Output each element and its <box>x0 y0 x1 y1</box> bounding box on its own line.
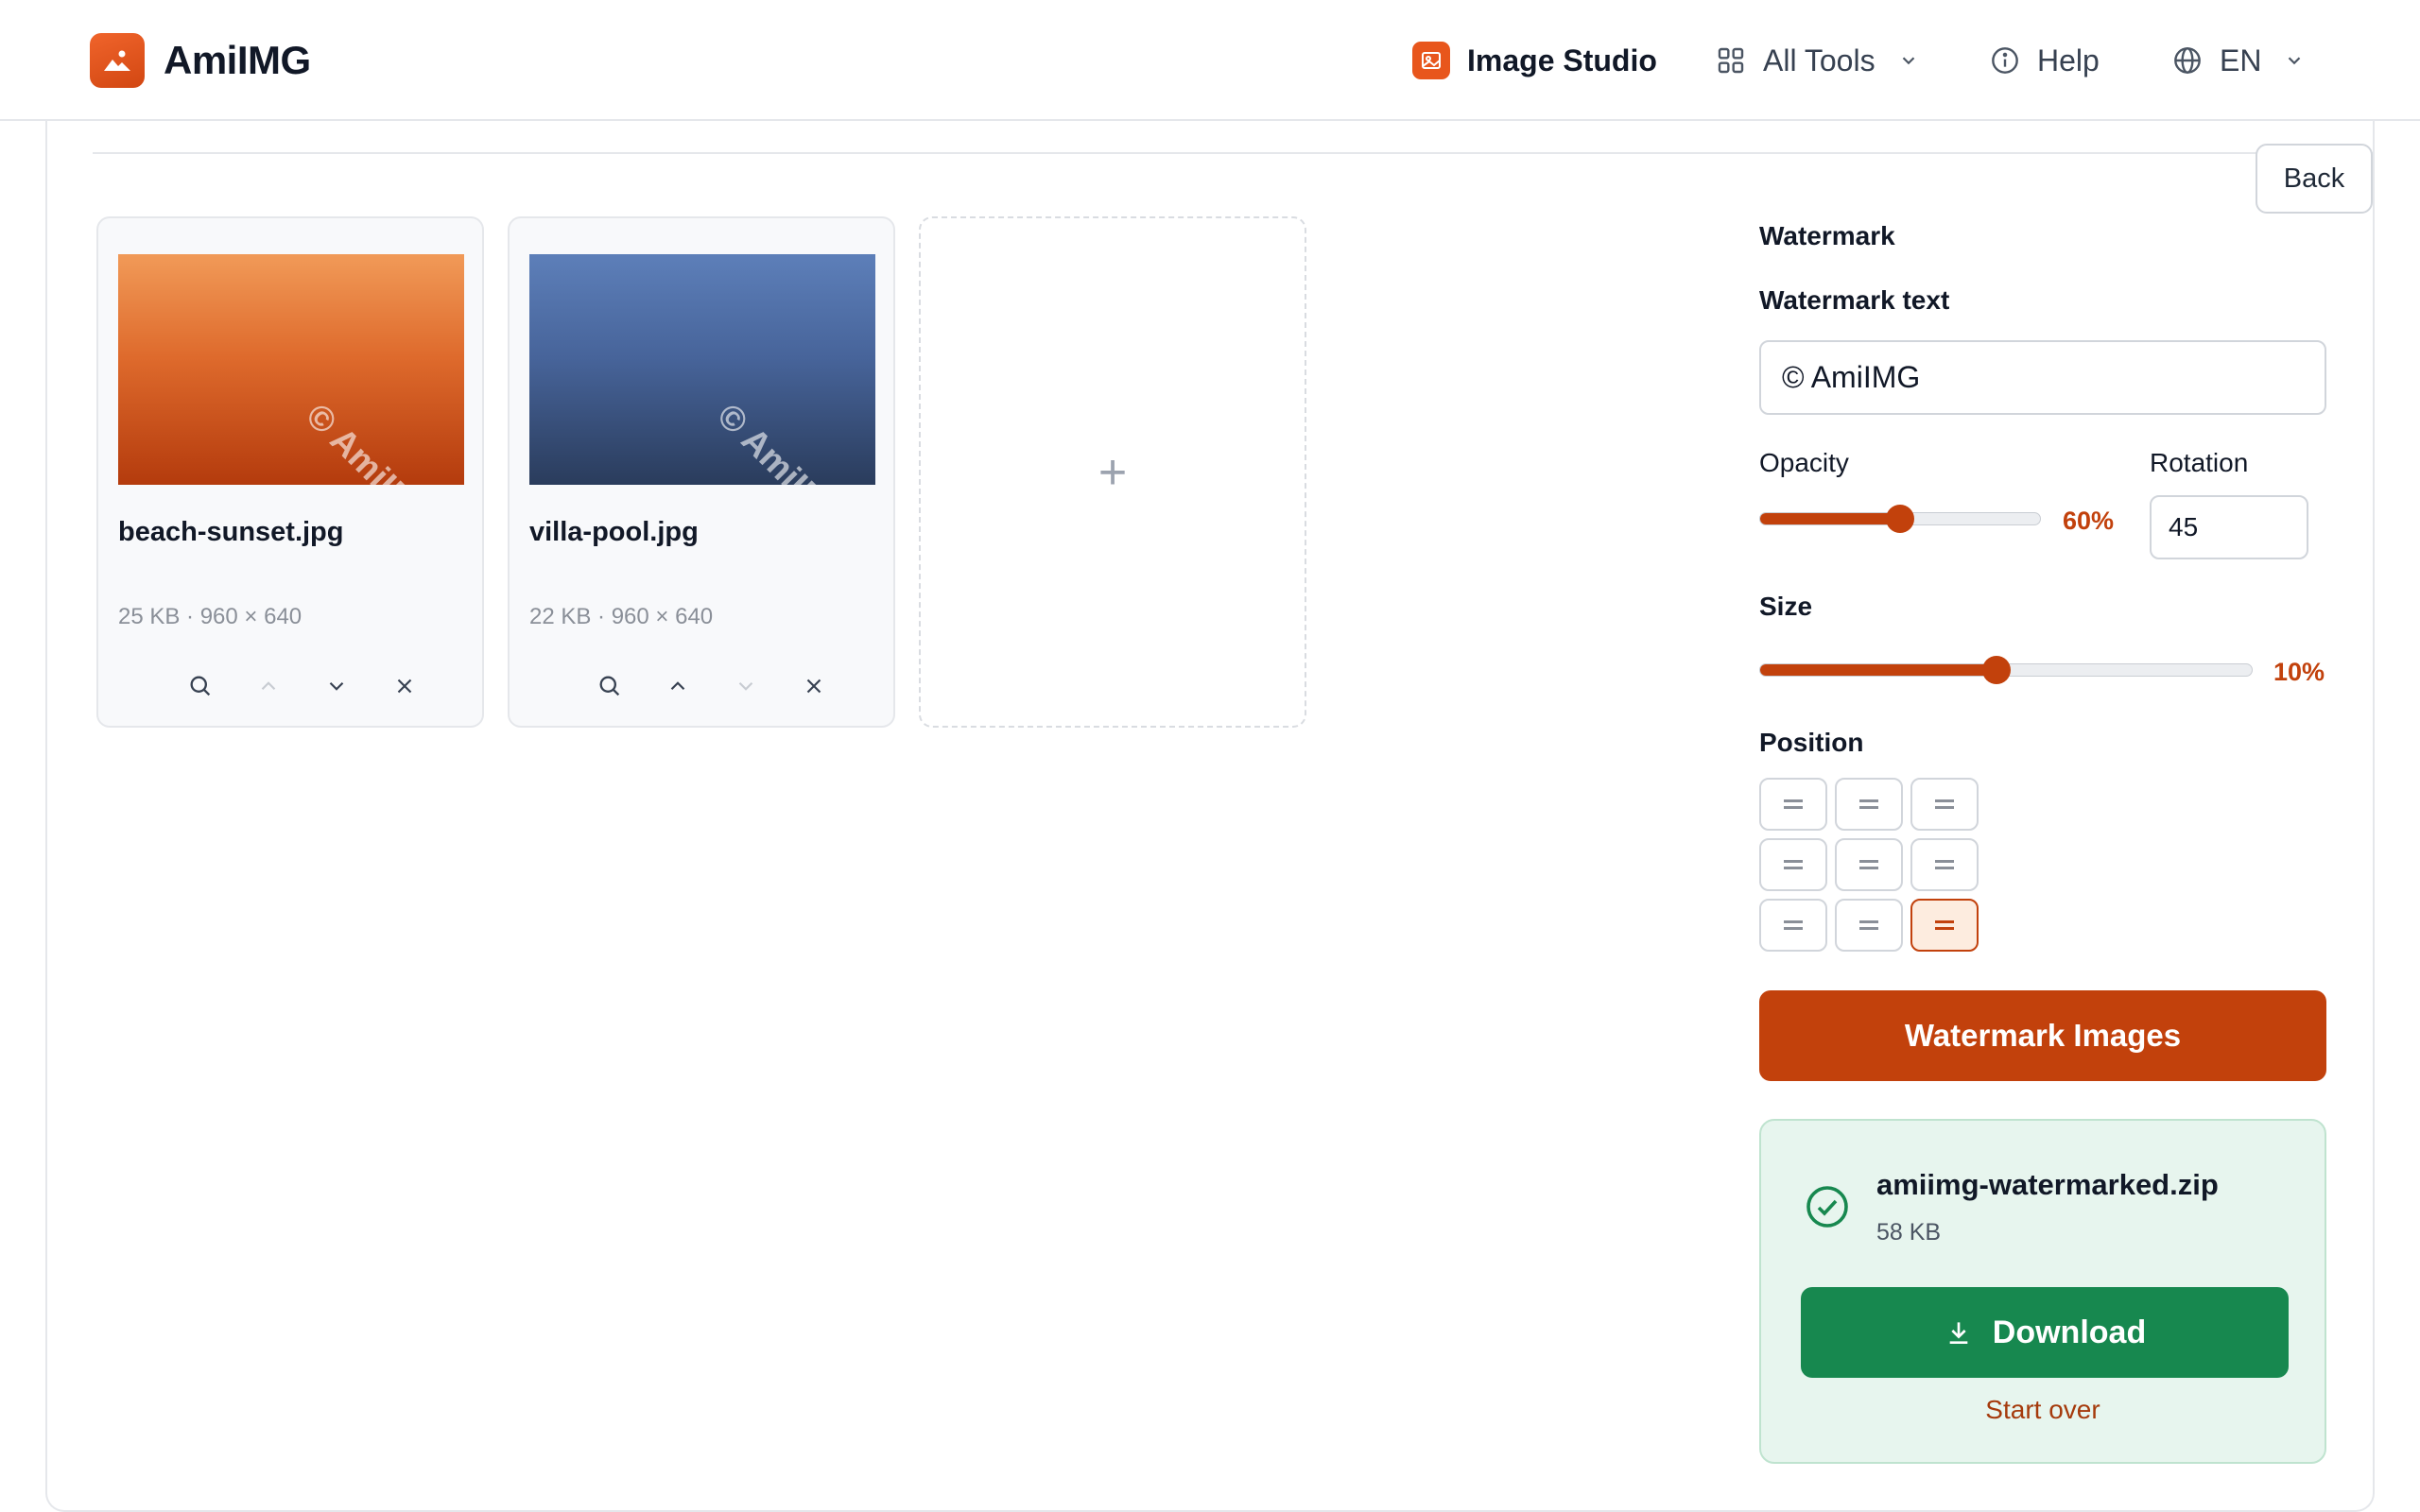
move-up-button[interactable] <box>234 662 302 710</box>
nav-studio-label: Image Studio <box>1467 43 1657 77</box>
plus-icon: + <box>1098 444 1128 500</box>
chevron-down-icon <box>2289 57 2301 65</box>
file-actions <box>576 662 848 710</box>
brand-logo-icon <box>90 33 145 88</box>
rotation-input[interactable]: 45 <box>2150 495 2308 559</box>
position-bottom-left[interactable] <box>1759 899 1827 952</box>
section-title: Watermark <box>1759 221 1895 250</box>
preview-button[interactable] <box>166 662 234 710</box>
rotation-label: Rotation <box>2150 448 2249 477</box>
nav-help-label: Help <box>2037 43 2100 77</box>
position-top-center[interactable] <box>1835 778 1903 831</box>
opacity-label: Opacity <box>1759 448 1849 477</box>
info-icon <box>1992 47 2018 74</box>
position-middle-left[interactable] <box>1759 838 1827 891</box>
opacity-slider[interactable] <box>1759 502 2041 536</box>
align-icon <box>1784 920 1803 930</box>
language-selector[interactable]: EN <box>2172 34 2305 87</box>
opacity-value: 60% <box>2063 507 2115 535</box>
chevron-up-icon <box>670 681 685 691</box>
file-preview-image[interactable]: © AmiIMG <box>118 254 464 485</box>
file-card: © AmiIMG beach-sunset.jpg 25 KB · 960 × … <box>96 216 484 728</box>
top-header: AmiIMG Image Studio All Tools Help EN <box>0 0 2420 121</box>
download-button[interactable]: Download <box>1801 1287 2289 1378</box>
nav-image-studio[interactable]: Image Studio <box>1412 34 1657 87</box>
align-icon <box>1784 799 1803 809</box>
align-icon <box>1859 799 1878 809</box>
result-file-name: amiimg-watermarked.zip <box>1876 1168 2219 1201</box>
language-label: EN <box>2220 43 2262 77</box>
start-over-link[interactable]: Start over <box>1761 1395 2325 1425</box>
check-circle-icon <box>1806 1186 1848 1228</box>
close-icon <box>397 679 412 694</box>
file-meta: 25 KB · 960 × 640 <box>118 604 302 629</box>
back-button[interactable]: Back <box>2256 144 2373 214</box>
align-icon <box>1935 860 1954 869</box>
file-meta: 22 KB · 960 × 640 <box>529 604 714 629</box>
preview-button[interactable] <box>576 662 644 710</box>
position-middle-right[interactable] <box>1910 838 1979 891</box>
align-icon <box>1935 799 1954 809</box>
nav-all-tools[interactable]: All Tools <box>1716 34 1919 87</box>
align-icon <box>1859 860 1878 869</box>
file-actions <box>166 662 439 710</box>
brand[interactable]: AmiIMG <box>90 33 311 88</box>
search-icon <box>599 676 620 696</box>
move-down-button[interactable] <box>302 662 371 710</box>
align-icon <box>1935 920 1954 930</box>
align-icon <box>1784 860 1803 869</box>
close-icon <box>806 679 821 694</box>
watermark-overlay-text: © AmiIMG <box>710 396 856 485</box>
position-label: Position <box>1759 728 1864 757</box>
search-icon <box>190 676 211 696</box>
grid-icon <box>1718 47 1744 74</box>
size-slider[interactable] <box>1759 653 2253 687</box>
watermark-images-button[interactable]: Watermark Images <box>1759 990 2326 1081</box>
position-bottom-right[interactable] <box>1910 899 1979 952</box>
result-panel: amiimg-watermarked.zip 58 KB Download St… <box>1759 1119 2326 1464</box>
add-files-button[interactable]: + <box>919 216 1306 728</box>
size-value: 10% <box>2273 658 2325 686</box>
chevron-down-icon <box>329 681 344 691</box>
chevron-up-icon <box>261 681 276 691</box>
brand-name: AmiIMG <box>164 38 311 82</box>
position-top-right[interactable] <box>1910 778 1979 831</box>
file-name: beach-sunset.jpg <box>118 517 344 547</box>
file-preview-image[interactable]: © AmiIMG <box>529 254 875 485</box>
position-bottom-center[interactable] <box>1835 899 1903 952</box>
remove-button[interactable] <box>371 662 439 710</box>
slider-fill <box>1760 513 1900 524</box>
file-card: © AmiIMG villa-pool.jpg 22 KB · 960 × 64… <box>508 216 895 728</box>
file-name: villa-pool.jpg <box>529 517 699 547</box>
download-icon <box>1949 1322 1968 1344</box>
align-icon <box>1859 920 1878 930</box>
position-center[interactable] <box>1835 838 1903 891</box>
watermark-text-input[interactable]: © AmiIMG <box>1759 340 2326 415</box>
slider-handle[interactable] <box>1981 656 2011 684</box>
image-icon <box>1412 42 1450 79</box>
divider <box>93 152 2373 154</box>
download-label: Download <box>1992 1314 2147 1350</box>
watermark-text-label: Watermark text <box>1759 285 1950 315</box>
nav-help[interactable]: Help <box>1990 34 2100 87</box>
move-down-button[interactable] <box>712 662 780 710</box>
watermark-overlay-text: © AmiIMG <box>299 396 444 485</box>
result-file-size: 58 KB <box>1876 1219 1942 1246</box>
move-up-button[interactable] <box>644 662 712 710</box>
globe-icon <box>2174 47 2201 74</box>
size-label: Size <box>1759 592 1813 621</box>
slider-fill <box>1760 664 1996 676</box>
remove-button[interactable] <box>780 662 848 710</box>
chevron-down-icon <box>738 681 753 691</box>
position-top-left[interactable] <box>1759 778 1827 831</box>
slider-handle[interactable] <box>1886 505 1914 533</box>
nav-tools-label: All Tools <box>1763 43 1876 77</box>
chevron-down-icon <box>1902 57 1914 65</box>
